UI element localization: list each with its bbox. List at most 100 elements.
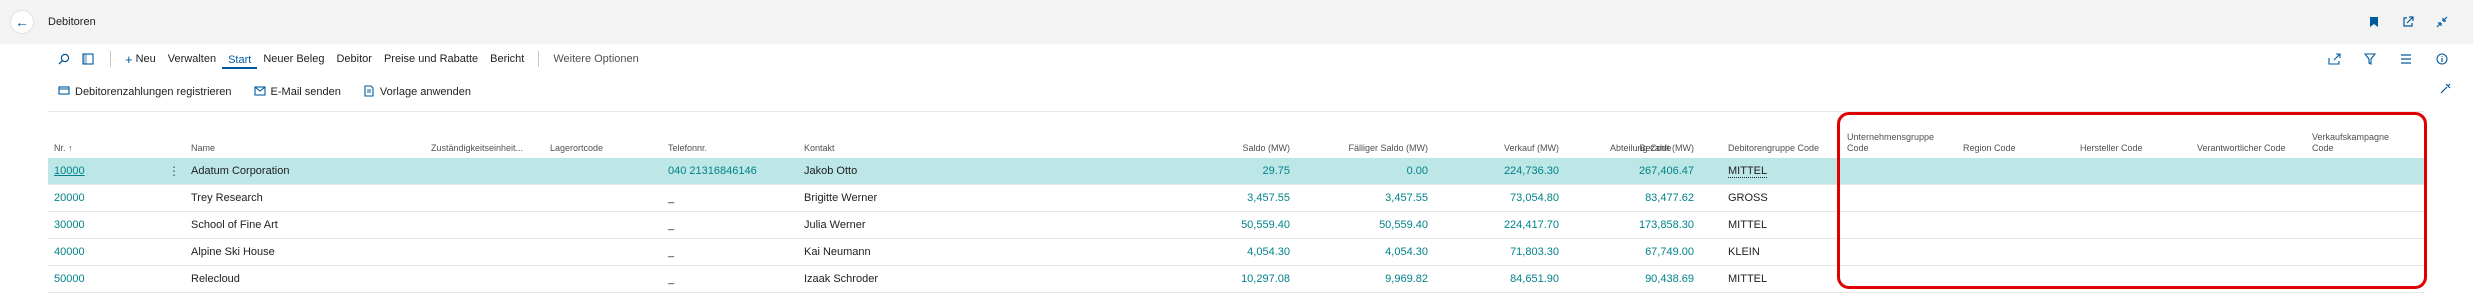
menu-debitor[interactable]: Debitor <box>330 49 377 69</box>
page-header: ← Debitoren <box>0 0 2473 44</box>
col-header-name[interactable]: Name <box>191 143 215 154</box>
col-header-telefon[interactable]: Telefonnr. <box>668 143 707 154</box>
cell-debitorengruppe: GROSS <box>1728 192 1768 204</box>
table-row[interactable]: 10000 ⋮ Adatum Corporation 040 213168461… <box>48 158 2424 185</box>
cell-telefon: _ <box>668 219 675 231</box>
col-header-kontakt[interactable]: Kontakt <box>804 143 835 154</box>
new-button[interactable]: + Neu <box>119 48 162 71</box>
cell-saldo[interactable]: 50,559.40 <box>1241 219 1290 231</box>
cell-nr[interactable]: 40000 <box>54 246 85 258</box>
cell-name: Trey Research <box>191 192 263 204</box>
plus-icon: + <box>125 51 133 67</box>
cell-kontakt: Jakob Otto <box>804 165 858 177</box>
cell-saldo[interactable]: 4,054.30 <box>1247 246 1290 258</box>
col-header-verkauf[interactable]: Verkauf (MW) <box>1504 143 1559 154</box>
more-options-button[interactable]: Weitere Optionen <box>547 49 644 69</box>
row-menu-icon[interactable]: ⋮ <box>168 164 180 178</box>
template-icon <box>363 84 375 100</box>
search-icon[interactable] <box>54 49 74 69</box>
share-icon[interactable] <box>2325 50 2343 68</box>
col-header-lagerort[interactable]: Lagerortcode <box>550 143 603 154</box>
arrow-left-icon: ← <box>15 14 29 30</box>
table-row[interactable]: 50000 Relecloud _ Izaak Schroder 10,297.… <box>48 266 2424 293</box>
cell-debitorengruppe: MITTEL <box>1728 273 1768 285</box>
filter-icon[interactable] <box>2361 50 2379 68</box>
email-icon <box>253 85 266 99</box>
cell-telefon: _ <box>668 192 675 204</box>
cell-name: Alpine Ski House <box>191 246 275 258</box>
col-header-faelliger-saldo[interactable]: Fälliger Saldo (MW) <box>1348 143 1428 154</box>
payment-icon <box>58 85 70 99</box>
table-row[interactable]: 20000 Trey Research _ Brigitte Werner 3,… <box>48 185 2424 212</box>
cell-saldo[interactable]: 29.75 <box>1262 165 1290 177</box>
action-bar: + Neu Verwalten Start Neuer Beleg Debitor… <box>0 44 2473 74</box>
table-row[interactable]: 40000 Alpine Ski House _ Kai Neumann 4,0… <box>48 239 2424 266</box>
separator <box>110 51 111 67</box>
cell-kontakt: Brigitte Werner <box>804 192 878 204</box>
cell-bezahlt[interactable]: 267,406.47 <box>1639 165 1694 177</box>
col-header-hersteller[interactable]: Hersteller Code <box>2080 143 2143 154</box>
bookmark-icon[interactable] <box>2365 13 2383 31</box>
customer-table: Nr. ↑ Name Zuständigkeitseinheit... Lage… <box>48 112 2424 293</box>
page-title: Debitoren <box>48 16 96 28</box>
col-header-saldo[interactable]: Saldo (MW) <box>1242 143 1290 154</box>
table-row[interactable]: 30000 School of Fine Art _ Julia Werner … <box>48 212 2424 239</box>
cell-telefon[interactable]: 040 21316846146 <box>668 165 757 177</box>
register-payments-button[interactable]: Debitorenzahlungen registrieren <box>58 85 232 99</box>
col-header-region[interactable]: Region Code <box>1963 143 2016 154</box>
col-header-unternehmensgruppe[interactable]: Unternehmensgruppe Code <box>1847 132 1957 154</box>
personalize-icon[interactable] <box>2439 83 2451 98</box>
cell-name: School of Fine Art <box>191 219 278 231</box>
layout-icon[interactable] <box>78 49 98 69</box>
cell-bezahlt[interactable]: 90,438.69 <box>1645 273 1694 285</box>
cell-verkauf[interactable]: 224,736.30 <box>1504 165 1559 177</box>
cell-kontakt: Kai Neumann <box>804 246 871 258</box>
cell-debitorengruppe: MITTEL <box>1728 219 1768 231</box>
cell-verkauf[interactable]: 84,651.90 <box>1510 273 1559 285</box>
menu-start[interactable]: Start <box>222 50 258 69</box>
cell-nr[interactable]: 50000 <box>54 273 85 285</box>
cell-name: Relecloud <box>191 273 240 285</box>
menu-neuer-beleg[interactable]: Neuer Beleg <box>257 49 330 69</box>
cell-faelliger-saldo[interactable]: 9,969.82 <box>1385 273 1428 285</box>
cell-verkauf[interactable]: 224,417.70 <box>1504 219 1559 231</box>
cell-saldo[interactable]: 10,297.08 <box>1241 273 1290 285</box>
cell-verkauf[interactable]: 71,803.30 <box>1510 246 1559 258</box>
cell-telefon: _ <box>668 273 675 285</box>
cell-debitorengruppe: KLEIN <box>1728 246 1760 258</box>
col-header-verantwortlicher[interactable]: Verantwortlicher Code <box>2197 143 2286 154</box>
col-header-abteilung[interactable]: Abteilung Code <box>1610 143 1672 154</box>
cell-faelliger-saldo[interactable]: 50,559.40 <box>1379 219 1428 231</box>
cell-faelliger-saldo[interactable]: 0.00 <box>1407 165 1428 177</box>
menu-bericht[interactable]: Bericht <box>484 49 530 69</box>
cell-debitorengruppe[interactable]: MITTEL <box>1728 165 1768 178</box>
open-new-window-icon[interactable] <box>2399 13 2417 31</box>
send-email-button[interactable]: E-Mail senden <box>253 85 341 99</box>
cell-bezahlt[interactable]: 67,749.00 <box>1645 246 1694 258</box>
table-header: Nr. ↑ Name Zuständigkeitseinheit... Lage… <box>48 112 2424 158</box>
menu-verwalten[interactable]: Verwalten <box>162 49 222 69</box>
cell-nr[interactable]: 10000 <box>54 165 85 177</box>
cell-kontakt: Julia Werner <box>804 219 866 231</box>
cell-name: Adatum Corporation <box>191 165 290 177</box>
col-header-zustaendigkeit[interactable]: Zuständigkeitseinheit... <box>431 143 523 154</box>
cell-verkauf[interactable]: 73,054.80 <box>1510 192 1559 204</box>
apply-template-button[interactable]: Vorlage anwenden <box>363 84 471 100</box>
col-header-verkaufskampagne[interactable]: Verkaufskampagne Code <box>2312 132 2412 154</box>
col-header-debitorengruppe[interactable]: Debitorengruppe Code <box>1728 143 1819 154</box>
cell-nr[interactable]: 30000 <box>54 219 85 231</box>
cell-saldo[interactable]: 3,457.55 <box>1247 192 1290 204</box>
menu-preise-rabatte[interactable]: Preise und Rabatte <box>378 49 484 69</box>
content-area: + Neu Verwalten Start Neuer Beleg Debitor… <box>0 44 2473 296</box>
info-icon[interactable] <box>2433 50 2451 68</box>
cell-nr[interactable]: 20000 <box>54 192 85 204</box>
back-button[interactable]: ← <box>10 10 34 34</box>
cell-faelliger-saldo[interactable]: 3,457.55 <box>1385 192 1428 204</box>
cell-bezahlt[interactable]: 83,477.62 <box>1645 192 1694 204</box>
cell-faelliger-saldo[interactable]: 4,054.30 <box>1385 246 1428 258</box>
cell-bezahlt[interactable]: 173,858.30 <box>1639 219 1694 231</box>
list-view-icon[interactable] <box>2397 50 2415 68</box>
promoted-actions: Debitorenzahlungen registrieren E-Mail s… <box>0 79 2473 105</box>
col-header-nr[interactable]: Nr. ↑ <box>54 143 73 154</box>
collapse-icon[interactable] <box>2433 13 2451 31</box>
